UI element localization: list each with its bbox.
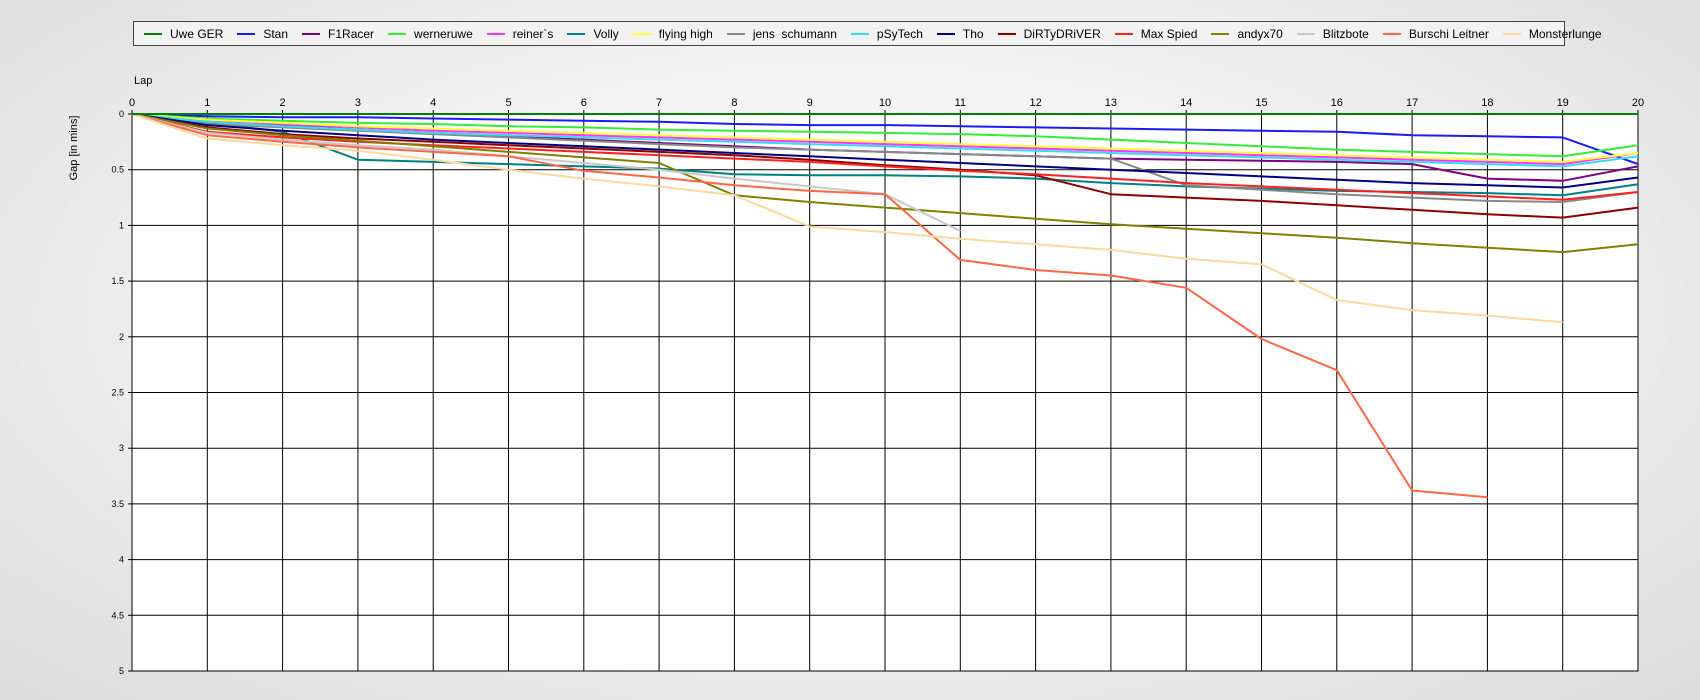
- line-chart: 0 1 2 3 4 5 6 7 8 9 10 11 12 13 14 15 16 17 18 19 2000.511.5…: [68, 75, 1644, 676]
- y-tick-label: 2: [119, 332, 124, 342]
- x-axis-label: Lap: [134, 75, 152, 87]
- y-tick-label: 0.5: [111, 165, 124, 175]
- y-tick-label: 3.5: [111, 499, 124, 509]
- y-tick-label: 5: [119, 666, 124, 676]
- y-axis-label: Gap [in mins]: [68, 116, 80, 181]
- x-tick-label: 19: [1557, 97, 1569, 109]
- x-tick-label: 20: [1632, 97, 1644, 109]
- x-tick-label: 0: [129, 97, 135, 109]
- x-tick-label: 5: [505, 97, 511, 109]
- x-tick-label: 13: [1105, 97, 1117, 109]
- x-tick-label: 10: [879, 97, 891, 109]
- y-tick-label: 0: [119, 109, 124, 119]
- x-tick-label: 4: [430, 97, 436, 109]
- x-tick-label: 15: [1255, 97, 1267, 109]
- x-tick-label: 16: [1331, 97, 1343, 109]
- x-tick-label: 11: [955, 97, 966, 109]
- y-tick-label: 4: [119, 555, 124, 565]
- y-tick-label: 3: [119, 443, 124, 453]
- y-tick-label: 1.5: [111, 276, 124, 286]
- x-tick-label: 6: [581, 97, 587, 109]
- x-tick-label: 3: [355, 97, 361, 109]
- x-tick-label: 7: [656, 97, 662, 109]
- y-tick-label: 2.5: [111, 388, 124, 398]
- y-tick-label: 1: [119, 220, 124, 230]
- x-tick-label: 8: [731, 97, 737, 109]
- x-tick-label: 14: [1180, 97, 1192, 109]
- x-tick-label: 9: [807, 97, 813, 109]
- x-tick-label: 17: [1406, 97, 1418, 109]
- x-tick-label: 1: [204, 97, 210, 109]
- x-tick-label: 12: [1029, 97, 1041, 109]
- x-tick-label: 2: [280, 97, 286, 109]
- x-tick-label: 18: [1481, 97, 1493, 109]
- y-tick-label: 4.5: [111, 610, 124, 620]
